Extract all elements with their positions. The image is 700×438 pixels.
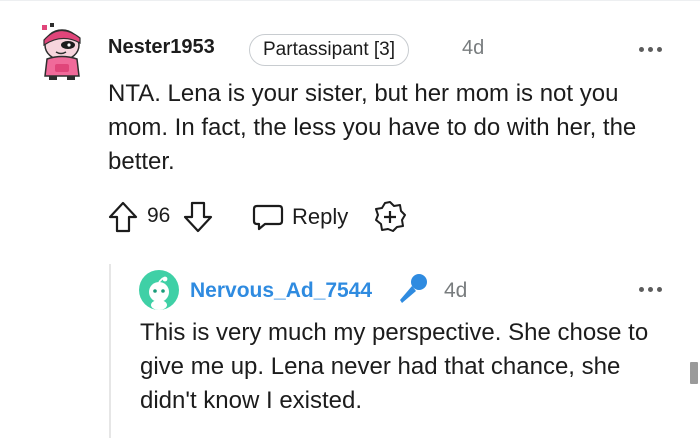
scrollbar-thumb[interactable]	[690, 362, 698, 384]
reply-button[interactable]: Reply	[252, 200, 348, 234]
more-options-icon[interactable]	[638, 44, 668, 54]
snoo-avatar-icon	[139, 270, 179, 310]
top-divider	[0, 0, 700, 1]
snoo-avatar-icon	[42, 23, 81, 80]
thread-line[interactable]	[109, 264, 111, 438]
vote-score: 96	[147, 204, 171, 227]
user-flair: Partassipant [3]	[249, 34, 410, 66]
reply-avatar[interactable]	[139, 270, 179, 310]
downvote-icon[interactable]	[183, 201, 213, 233]
more-options-icon[interactable]	[638, 284, 668, 294]
reply-author[interactable]: Nervous_Ad_7544	[190, 279, 372, 303]
comment-body: NTA. Lena is your sister, but her mom is…	[108, 80, 637, 175]
reply-timestamp: 4d	[444, 279, 468, 302]
comment-author[interactable]: Nester1953	[108, 36, 215, 59]
award-icon[interactable]	[373, 200, 407, 234]
reply-label: Reply	[292, 204, 349, 229]
microphone-icon	[396, 272, 430, 306]
avatar[interactable]	[30, 18, 90, 82]
reply-body: This is very much my perspective. She ch…	[140, 319, 649, 414]
comment-timestamp: 4d	[462, 37, 485, 59]
upvote-icon[interactable]	[108, 201, 138, 233]
comment-bubble-icon	[252, 204, 284, 231]
